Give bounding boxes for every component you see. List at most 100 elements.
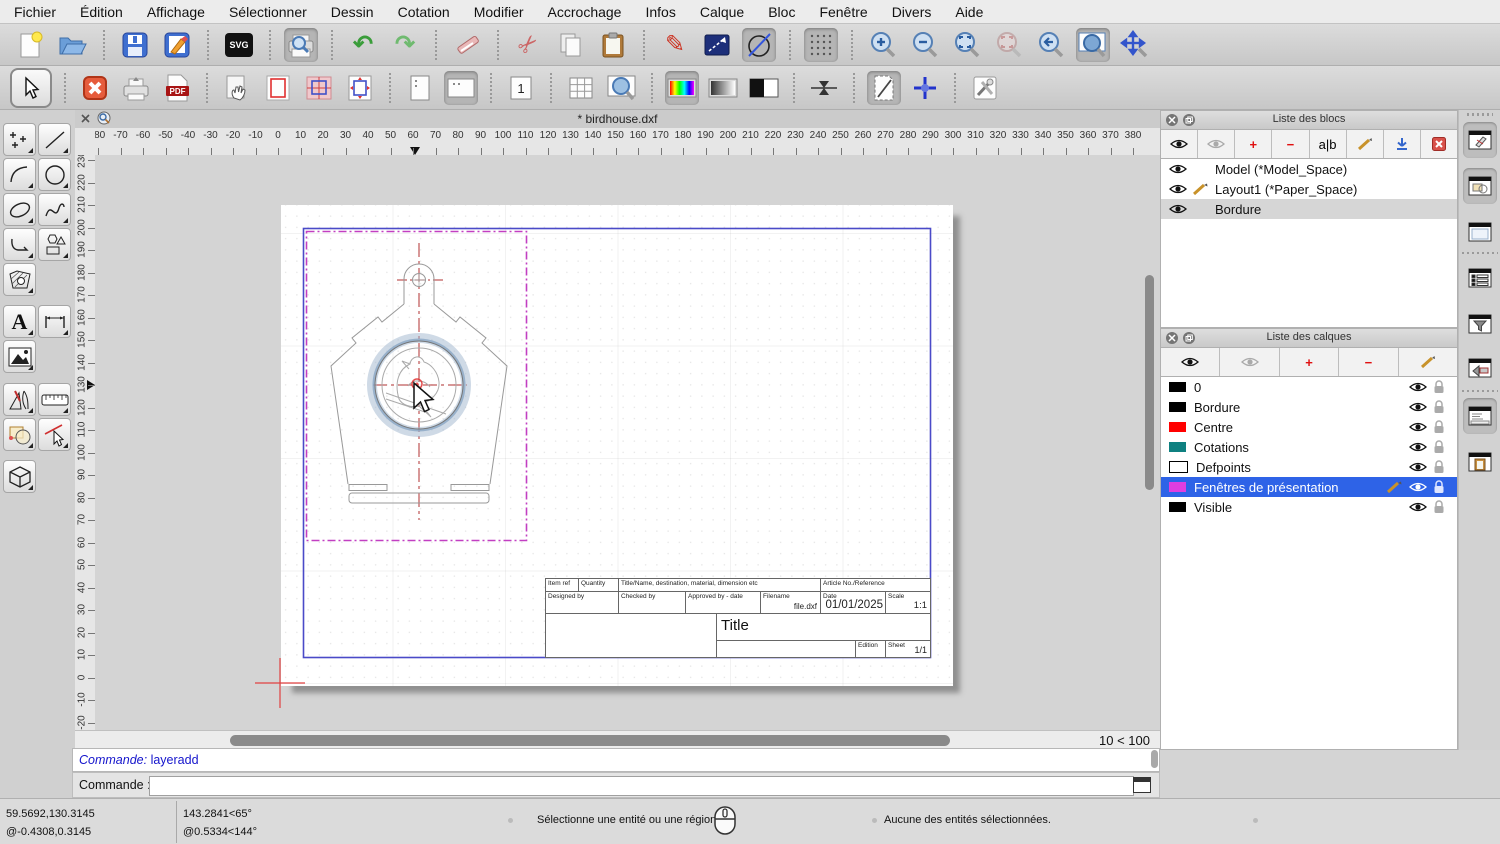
menu-bloc[interactable]: Bloc — [768, 4, 795, 20]
save-button[interactable] — [118, 28, 152, 62]
layer-color-swatch[interactable] — [1169, 402, 1186, 412]
drawing-canvas[interactable]: Item ref Quantity Title/Name, destinatio… — [95, 155, 1160, 730]
layer-row[interactable]: Defpoints — [1161, 457, 1457, 477]
menu-fenetre[interactable]: Fenêtre — [819, 4, 867, 20]
menu-affichage[interactable]: Affichage — [147, 4, 205, 20]
dock-widget-toggle[interactable] — [1463, 214, 1497, 250]
zoom-out-button[interactable] — [908, 28, 942, 62]
lock-icon[interactable] — [1433, 500, 1445, 514]
layer-row[interactable]: Bordure — [1161, 397, 1457, 417]
draw-arc-tool[interactable] — [3, 158, 36, 191]
lock-icon[interactable] — [1433, 400, 1445, 414]
command-history-scrollbar[interactable] — [1151, 750, 1158, 768]
layer-row[interactable]: 0 — [1161, 377, 1457, 397]
block-show-all-button[interactable] — [1161, 130, 1199, 158]
visibility-eye-icon[interactable] — [1409, 441, 1427, 453]
zoom-redraw-button[interactable] — [1034, 28, 1068, 62]
menu-divers[interactable]: Divers — [892, 4, 932, 20]
draw-circle-tool[interactable] — [38, 158, 71, 191]
export-pdf-button[interactable]: PDF — [160, 71, 194, 105]
menu-aide[interactable]: Aide — [955, 4, 983, 20]
3d-cube-tool[interactable] — [3, 460, 36, 493]
new-file-button[interactable] — [14, 28, 48, 62]
layer-color-swatch[interactable] — [1169, 461, 1188, 473]
insert-image-tool[interactable] — [3, 340, 36, 373]
zoom-in-button[interactable] — [866, 28, 900, 62]
draw-text-tool[interactable]: A — [3, 305, 36, 338]
visibility-eye-icon[interactable] — [1409, 461, 1427, 473]
block-remove-button[interactable]: − — [1272, 130, 1310, 158]
vertical-scrollbar-thumb[interactable] — [1145, 275, 1154, 490]
menu-accrochage[interactable]: Accrochage — [548, 4, 622, 20]
command-input[interactable] — [149, 776, 1134, 796]
layer-remove-button[interactable]: − — [1339, 348, 1399, 376]
undo-button[interactable]: ↶ — [346, 28, 380, 62]
visibility-eye-icon[interactable] — [1409, 381, 1427, 393]
select-entity-tool[interactable] — [38, 418, 71, 451]
dock-clipboard-toggle[interactable] — [1463, 444, 1497, 480]
dock-pen-palette-toggle[interactable] — [1463, 350, 1497, 386]
zoom-page-button[interactable] — [605, 71, 639, 105]
delete-button[interactable] — [450, 28, 484, 62]
print-preview-button[interactable] — [284, 27, 318, 62]
redo-button[interactable]: ↷ — [388, 28, 422, 62]
lock-icon[interactable] — [1433, 420, 1445, 434]
menu-calque[interactable]: Calque — [700, 4, 744, 20]
zoom-pan-button[interactable] — [1118, 28, 1152, 62]
layer-add-button[interactable]: + — [1280, 348, 1340, 376]
zoom-auto-button[interactable] — [950, 28, 984, 62]
dock-library-browser-toggle[interactable] — [1463, 168, 1497, 204]
grayscale-mode-button[interactable] — [706, 71, 740, 105]
menu-cotation[interactable]: Cotation — [398, 4, 450, 20]
draw-hatch-tool[interactable] — [3, 263, 36, 296]
zoom-previous-button[interactable] — [992, 28, 1026, 62]
block-row[interactable]: Bordure — [1161, 199, 1457, 219]
visibility-eye-icon[interactable] — [1169, 183, 1187, 195]
layer-color-swatch[interactable] — [1169, 382, 1186, 392]
visibility-eye-icon[interactable] — [1169, 203, 1187, 215]
block-rename-button[interactable]: a|b — [1310, 130, 1347, 158]
lock-icon[interactable] — [1433, 380, 1445, 394]
draw-polyline-tool[interactable] — [3, 228, 36, 261]
layer-edit-button[interactable] — [1399, 348, 1457, 376]
print-button[interactable] — [119, 71, 153, 105]
paper-border-button[interactable] — [261, 71, 295, 105]
layer-color-swatch[interactable] — [1169, 502, 1186, 512]
fit-to-page-button[interactable] — [343, 71, 377, 105]
measure-tool[interactable] — [38, 383, 71, 416]
draw-line-tool[interactable] — [38, 123, 71, 156]
pan-paper-button[interactable] — [220, 71, 254, 105]
dock-layer-list-toggle[interactable] — [1463, 260, 1497, 296]
grid-toggle-button[interactable] — [804, 27, 838, 62]
open-file-button[interactable] — [56, 28, 90, 62]
draw-point-tool[interactable] — [3, 123, 36, 156]
visibility-eye-icon[interactable] — [1409, 401, 1427, 413]
dock-block-list-toggle[interactable] — [1463, 122, 1497, 158]
selection-pointer-button[interactable] — [10, 67, 52, 108]
layer-show-all-button[interactable] — [1161, 348, 1221, 376]
layer-row[interactable]: Visible — [1161, 497, 1457, 517]
command-dock-icon[interactable] — [1133, 777, 1151, 793]
layer-row[interactable]: Centre — [1161, 417, 1457, 437]
portrait-orientation-button[interactable] — [403, 71, 437, 105]
draw-ellipse-line-button[interactable] — [742, 27, 776, 62]
menu-selectionner[interactable]: Sélectionner — [229, 4, 307, 20]
block-edit-button[interactable] — [1347, 130, 1384, 158]
draw-spline-tool[interactable] — [38, 193, 71, 226]
block-insert-button[interactable] — [1384, 130, 1421, 158]
info-tool[interactable] — [3, 418, 36, 451]
menu-edition[interactable]: Édition — [80, 4, 123, 20]
block-row[interactable]: Layout1 (*Paper_Space) — [1161, 179, 1457, 199]
menu-infos[interactable]: Infos — [645, 4, 675, 20]
edit-pencil-button[interactable]: ✎ — [658, 28, 692, 62]
lock-icon[interactable] — [1433, 480, 1445, 494]
layer-color-swatch[interactable] — [1169, 422, 1186, 432]
block-hide-all-button[interactable] — [1198, 130, 1236, 158]
zoom-window-button[interactable] — [1076, 27, 1110, 62]
dimension-tool[interactable] — [38, 305, 71, 338]
visibility-eye-icon[interactable] — [1409, 501, 1427, 513]
draw-ellipse-tool[interactable] — [3, 193, 36, 226]
menu-fichier[interactable]: Fichier — [14, 4, 56, 20]
block-add-button[interactable]: + — [1235, 130, 1273, 158]
copy-button[interactable] — [554, 28, 588, 62]
